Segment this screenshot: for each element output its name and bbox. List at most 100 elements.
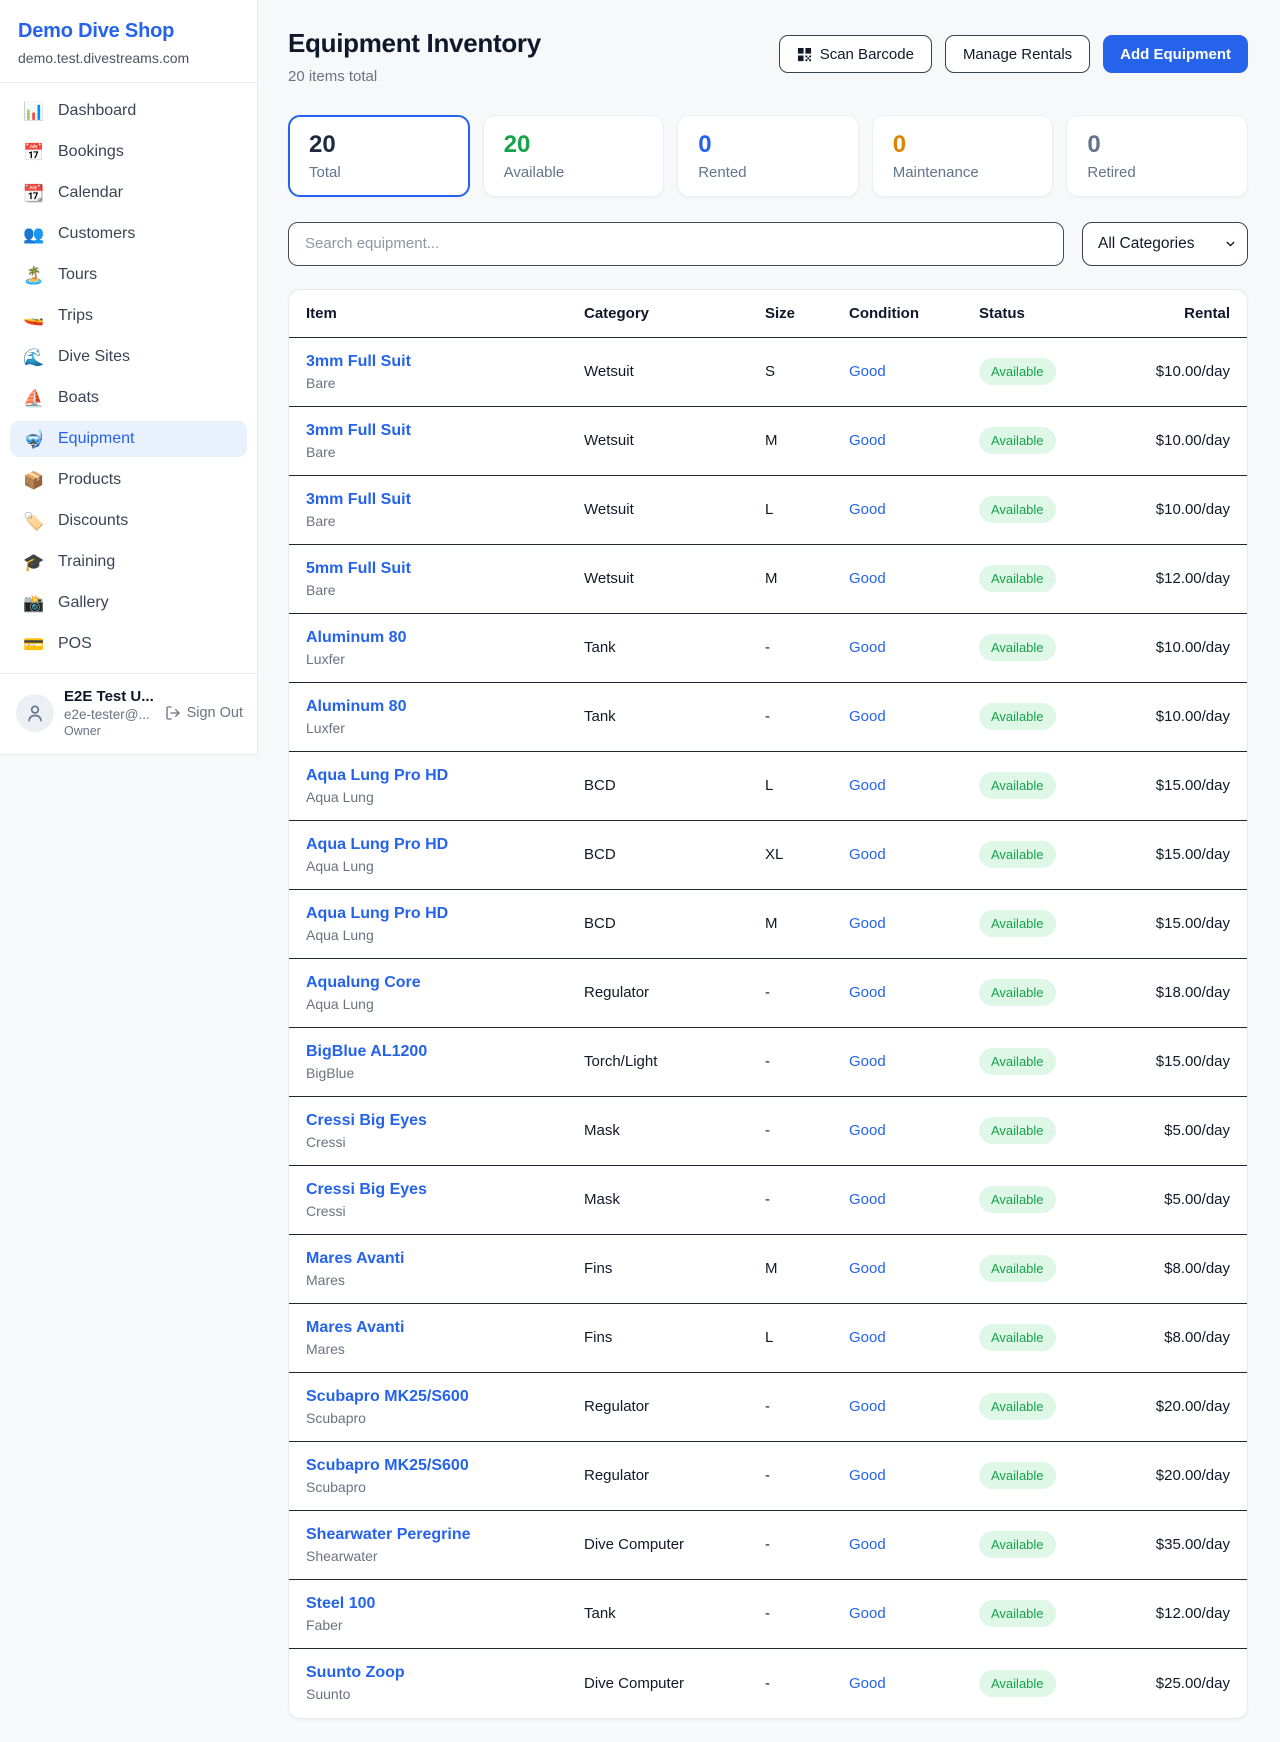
sign-out-button[interactable]: Sign Out	[165, 705, 243, 721]
sidebar-item-bookings[interactable]: 📅 Bookings	[10, 134, 247, 170]
add-equipment-button[interactable]: Add Equipment	[1103, 35, 1248, 73]
rental-price: $10.00/day	[1121, 363, 1230, 380]
stat-card-retired[interactable]: 0 Retired	[1066, 115, 1248, 197]
rental-price: $8.00/day	[1121, 1260, 1230, 1277]
table-body: 3mm Full Suit Bare Wetsuit S Good Availa…	[289, 338, 1247, 1718]
status-badge: Available	[979, 841, 1056, 868]
sidebar-item-training[interactable]: 🎓 Training	[10, 544, 247, 580]
sidebar-item-discounts[interactable]: 🏷️ Discounts	[10, 503, 247, 539]
status-cell: Available	[979, 1531, 1121, 1558]
dive-sites-icon: 🌊	[23, 349, 45, 366]
sidebar-nav: 📊 Dashboard 📅 Bookings 📆 Calendar 👥 Cust…	[0, 83, 257, 673]
condition-link[interactable]: Good	[849, 1191, 979, 1208]
stats-row: 20 Total 20 Available 0 Rented 0 Mainten…	[288, 115, 1248, 197]
scan-barcode-button[interactable]: Scan Barcode	[779, 35, 932, 73]
item-link[interactable]: 3mm Full Suit	[306, 422, 584, 440]
table-row: Suunto Zoop Suunto Dive Computer - Good …	[289, 1649, 1247, 1718]
item-link[interactable]: BigBlue AL1200	[306, 1043, 584, 1061]
status-badge: Available	[979, 1117, 1056, 1144]
item-brand: Faber	[306, 1617, 584, 1633]
condition-link[interactable]: Good	[849, 1053, 979, 1070]
sidebar-item-tours[interactable]: 🏝️ Tours	[10, 257, 247, 293]
page-title-block: Equipment Inventory 20 items total	[288, 28, 541, 85]
size-cell: M	[765, 570, 849, 587]
item-cell: Shearwater Peregrine Shearwater	[306, 1526, 584, 1564]
stat-card-total[interactable]: 20 Total	[288, 115, 470, 197]
item-link[interactable]: Aqua Lung Pro HD	[306, 767, 584, 785]
item-link[interactable]: Cressi Big Eyes	[306, 1112, 584, 1130]
stat-label: Retired	[1087, 164, 1227, 181]
stat-card-rented[interactable]: 0 Rented	[677, 115, 859, 197]
status-cell: Available	[979, 1048, 1121, 1075]
condition-link[interactable]: Good	[849, 708, 979, 725]
condition-link[interactable]: Good	[849, 1398, 979, 1415]
category-cell: Tank	[584, 1605, 765, 1622]
condition-link[interactable]: Good	[849, 915, 979, 932]
condition-link[interactable]: Good	[849, 1675, 979, 1692]
status-cell: Available	[979, 772, 1121, 799]
item-link[interactable]: Mares Avanti	[306, 1319, 584, 1337]
item-link[interactable]: 3mm Full Suit	[306, 491, 584, 509]
item-link[interactable]: Scubapro MK25/S600	[306, 1388, 584, 1406]
condition-link[interactable]: Good	[849, 1329, 979, 1346]
category-cell: BCD	[584, 777, 765, 794]
category-cell: Regulator	[584, 984, 765, 1001]
condition-link[interactable]: Good	[849, 1605, 979, 1622]
item-link[interactable]: Cressi Big Eyes	[306, 1181, 584, 1199]
status-badge: Available	[979, 565, 1056, 592]
stat-card-maintenance[interactable]: 0 Maintenance	[872, 115, 1054, 197]
condition-link[interactable]: Good	[849, 1260, 979, 1277]
size-cell: L	[765, 777, 849, 794]
condition-link[interactable]: Good	[849, 1536, 979, 1553]
sidebar-item-customers[interactable]: 👥 Customers	[10, 216, 247, 252]
item-link[interactable]: Aqua Lung Pro HD	[306, 905, 584, 923]
table-row: Aluminum 80 Luxfer Tank - Good Available…	[289, 614, 1247, 683]
stat-label: Available	[504, 164, 644, 181]
sidebar-item-equipment[interactable]: 🤿 Equipment	[10, 421, 247, 457]
condition-link[interactable]: Good	[849, 777, 979, 794]
stat-card-available[interactable]: 20 Available	[483, 115, 665, 197]
table-row: Aluminum 80 Luxfer Tank - Good Available…	[289, 683, 1247, 752]
manage-rentals-button[interactable]: Manage Rentals	[945, 35, 1090, 73]
item-brand: Suunto	[306, 1686, 584, 1702]
category-cell: Fins	[584, 1329, 765, 1346]
sidebar-item-boats[interactable]: ⛵ Boats	[10, 380, 247, 416]
condition-link[interactable]: Good	[849, 363, 979, 380]
status-cell: Available	[979, 565, 1121, 592]
condition-link[interactable]: Good	[849, 432, 979, 449]
sidebar-item-dashboard[interactable]: 📊 Dashboard	[10, 93, 247, 129]
item-link[interactable]: Suunto Zoop	[306, 1664, 584, 1682]
condition-link[interactable]: Good	[849, 846, 979, 863]
search-input[interactable]	[288, 222, 1064, 266]
user-role: Owner	[64, 724, 155, 738]
sidebar-item-gallery[interactable]: 📸 Gallery	[10, 585, 247, 621]
condition-link[interactable]: Good	[849, 984, 979, 1001]
status-cell: Available	[979, 358, 1121, 385]
item-link[interactable]: Mares Avanti	[306, 1250, 584, 1268]
condition-link[interactable]: Good	[849, 501, 979, 518]
app-window: Demo Dive Shop demo.test.divestreams.com…	[0, 0, 1280, 1742]
status-cell: Available	[979, 703, 1121, 730]
category-select[interactable]: All Categories	[1083, 223, 1247, 265]
condition-link[interactable]: Good	[849, 639, 979, 656]
item-link[interactable]: Steel 100	[306, 1595, 584, 1613]
item-link[interactable]: Aqualung Core	[306, 974, 584, 992]
item-link[interactable]: Aqua Lung Pro HD	[306, 836, 584, 854]
item-link[interactable]: 3mm Full Suit	[306, 353, 584, 371]
item-link[interactable]: 5mm Full Suit	[306, 560, 584, 578]
category-cell: Regulator	[584, 1398, 765, 1415]
sidebar-item-trips[interactable]: 🚤 Trips	[10, 298, 247, 334]
item-link[interactable]: Scubapro MK25/S600	[306, 1457, 584, 1475]
condition-link[interactable]: Good	[849, 1122, 979, 1139]
status-badge: Available	[979, 1600, 1056, 1627]
table-row: Cressi Big Eyes Cressi Mask - Good Avail…	[289, 1166, 1247, 1235]
item-link[interactable]: Shearwater Peregrine	[306, 1526, 584, 1544]
item-link[interactable]: Aluminum 80	[306, 629, 584, 647]
sidebar-item-pos[interactable]: 💳 POS	[10, 626, 247, 662]
sidebar-item-products[interactable]: 📦 Products	[10, 462, 247, 498]
condition-link[interactable]: Good	[849, 570, 979, 587]
sidebar-item-dive-sites[interactable]: 🌊 Dive Sites	[10, 339, 247, 375]
sidebar-item-calendar[interactable]: 📆 Calendar	[10, 175, 247, 211]
condition-link[interactable]: Good	[849, 1467, 979, 1484]
item-link[interactable]: Aluminum 80	[306, 698, 584, 716]
